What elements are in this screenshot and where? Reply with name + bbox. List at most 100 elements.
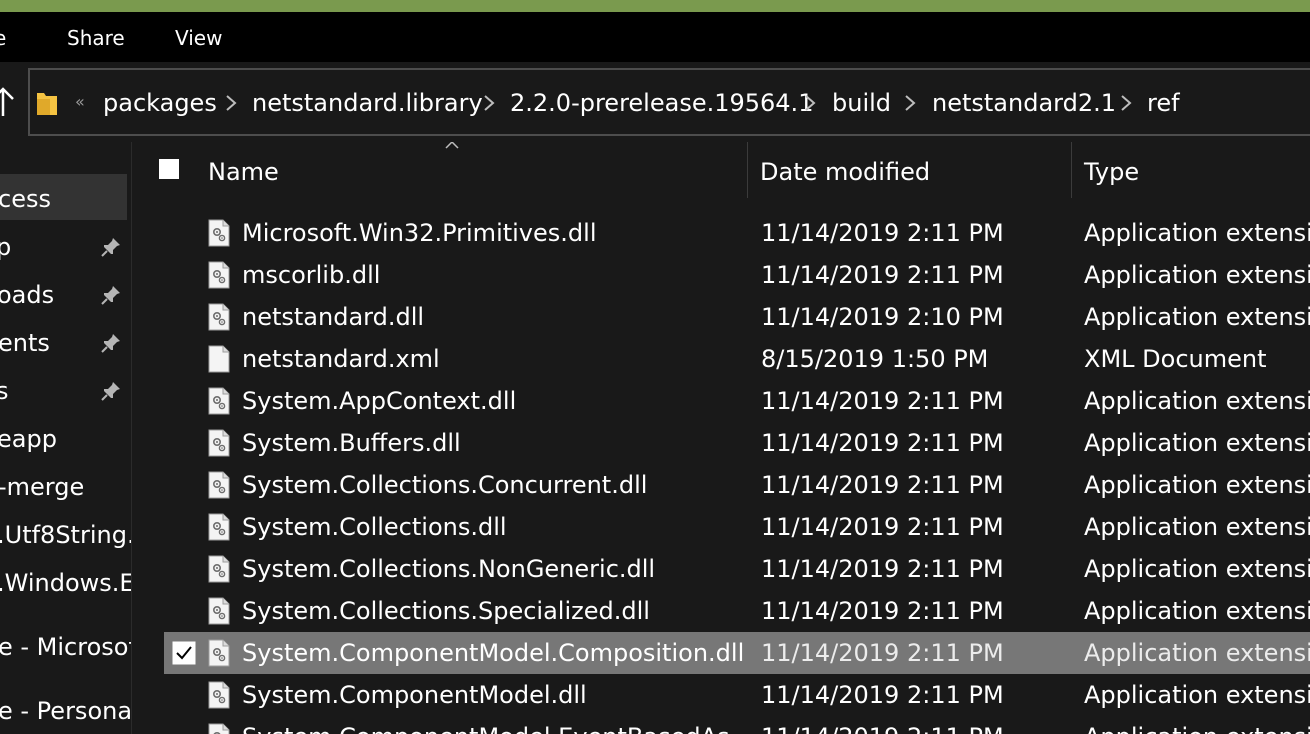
breadcrumb-netstandard2-1[interactable]: netstandard2.1: [932, 85, 1116, 121]
window-titlebar: [0, 0, 1310, 12]
row-checkbox-checked[interactable]: [172, 641, 196, 665]
file-type: Application extensi...: [1084, 261, 1310, 289]
chevron-right-icon[interactable]: [802, 94, 818, 112]
dll-file-icon: [208, 471, 230, 499]
file-list: Name Date modified Type Microsoft.Win32.…: [132, 142, 1310, 734]
file-name[interactable]: mscorlib.dll: [242, 257, 380, 293]
breadcrumb-version[interactable]: 2.2.0-prerelease.19564.1: [510, 85, 813, 121]
file-date-modified: 11/14/2019 2:11 PM: [761, 513, 1004, 541]
dll-file-icon: [208, 303, 230, 331]
file-date-modified: 11/14/2019 2:11 PM: [761, 261, 1004, 289]
file-name[interactable]: System.ComponentModel.dll: [242, 677, 587, 713]
column-header-date-modified[interactable]: Date modified: [760, 152, 930, 192]
file-row[interactable]: System.Collections.Specialized.dll 11/14/…: [164, 590, 1310, 632]
dll-file-icon: [208, 681, 230, 709]
column-resize-handle[interactable]: [1071, 142, 1072, 198]
chevron-right-icon[interactable]: [902, 94, 918, 112]
column-header-type[interactable]: Type: [1084, 152, 1139, 192]
dll-file-icon: [208, 219, 230, 247]
file-date-modified: 8/15/2019 1:50 PM: [761, 345, 989, 373]
pin-icon[interactable]: [100, 380, 122, 402]
dll-file-icon: [208, 387, 230, 415]
chevron-right-icon[interactable]: [481, 94, 497, 112]
file-name[interactable]: netstandard.dll: [242, 299, 424, 335]
file-type: Application extensi...: [1084, 387, 1310, 415]
file-type: Application extensi...: [1084, 219, 1310, 247]
pin-icon[interactable]: [100, 284, 122, 306]
nav-item-downloads[interactable]: oads: [0, 275, 54, 315]
file-date-modified: 11/14/2019 2:11 PM: [761, 471, 1004, 499]
file-name[interactable]: System.ComponentModel.Composition.dll: [242, 635, 744, 671]
address-row: « packages netstandard.library 2.2.0-pre…: [0, 62, 1310, 142]
file-type: Application extensi...: [1084, 597, 1310, 625]
address-bar[interactable]: « packages netstandard.library 2.2.0-pre…: [28, 68, 1310, 136]
file-type: Application extensi...: [1084, 513, 1310, 541]
nav-item-folder-merge[interactable]: -merge: [0, 467, 84, 507]
ribbon-tab-share[interactable]: Share: [67, 12, 125, 62]
chevron-right-icon[interactable]: [223, 94, 239, 112]
dll-file-icon: [208, 555, 230, 583]
file-date-modified: 11/14/2019 2:11 PM: [761, 429, 1004, 457]
file-name[interactable]: netstandard.xml: [242, 341, 440, 377]
file-row[interactable]: System.ComponentModel.dll 11/14/2019 2:11…: [164, 674, 1310, 716]
file-name[interactable]: System.Collections.dll: [242, 509, 507, 545]
column-header-row: Name Date modified Type: [132, 142, 1310, 200]
column-resize-handle[interactable]: [747, 142, 748, 198]
breadcrumb-packages[interactable]: packages: [103, 85, 217, 121]
file-row[interactable]: netstandard.dll 11/14/2019 2:10 PM Applica…: [164, 296, 1310, 338]
nav-item-pictures[interactable]: s: [0, 371, 9, 411]
file-name[interactable]: System.Buffers.dll: [242, 425, 461, 461]
nav-item-documents[interactable]: ents: [0, 323, 50, 363]
dll-file-icon: [208, 723, 230, 734]
nav-item-quick-access[interactable]: cess: [0, 179, 51, 219]
pin-icon[interactable]: [100, 236, 122, 258]
nav-item-onedrive-personal[interactable]: e - Personal: [0, 691, 131, 731]
navigation-pane: cess p oads ents s eapp -merge .Utf8Stri…: [0, 142, 131, 734]
chevron-right-icon[interactable]: [1118, 94, 1134, 112]
file-name[interactable]: System.AppContext.dll: [242, 383, 516, 419]
file-name[interactable]: System.Collections.NonGeneric.dll: [242, 551, 655, 587]
file-date-modified: 11/14/2019 2:11 PM: [761, 597, 1004, 625]
nav-item-onedrive-microsoft[interactable]: e - Microsof: [0, 627, 131, 667]
nav-item-desktop[interactable]: p: [0, 227, 11, 267]
file-row[interactable]: netstandard.xml 8/15/2019 1:50 PM XML Docu…: [164, 338, 1310, 380]
nav-item-folder-utf8string[interactable]: .Utf8String.: [0, 515, 131, 555]
breadcrumb-netstandard-library[interactable]: netstandard.library: [252, 85, 483, 121]
column-header-name[interactable]: Name: [208, 152, 279, 192]
file-row[interactable]: System.ComponentModel.Composition.dll 11/…: [164, 632, 1310, 674]
nav-item-folder-eapp[interactable]: eapp: [0, 419, 57, 459]
file-date-modified: 11/14/2019 2:11 PM: [761, 555, 1004, 583]
file-type: Application extensi...: [1084, 471, 1310, 499]
file-row[interactable]: System.AppContext.dll 11/14/2019 2:11 PM A…: [164, 380, 1310, 422]
file-type: XML Document: [1084, 345, 1267, 373]
ribbon-tab-file[interactable]: e: [0, 12, 6, 62]
file-row[interactable]: Microsoft.Win32.Primitives.dll 11/14/2019…: [164, 212, 1310, 254]
ribbon-tab-view[interactable]: View: [175, 12, 222, 62]
dll-file-icon: [208, 429, 230, 457]
file-row[interactable]: mscorlib.dll 11/14/2019 2:11 PM Applicatio…: [164, 254, 1310, 296]
file-date-modified: 11/14/2019 2:11 PM: [761, 681, 1004, 709]
file-row[interactable]: System.Buffers.dll 11/14/2019 2:11 PM Appl…: [164, 422, 1310, 464]
file-row[interactable]: System.Collections.dll 11/14/2019 2:11 PM…: [164, 506, 1310, 548]
file-type: Application extensi...: [1084, 639, 1310, 667]
file-row[interactable]: System.Collections.NonGeneric.dll 11/14/2…: [164, 548, 1310, 590]
breadcrumb-overflow-icon[interactable]: «: [75, 88, 85, 116]
select-all-checkbox[interactable]: [159, 159, 179, 179]
file-date-modified: 11/14/2019 2:11 PM: [761, 639, 1004, 667]
file-name[interactable]: System.Collections.Concurrent.dll: [242, 467, 647, 503]
dll-file-icon: [208, 597, 230, 625]
pin-icon[interactable]: [100, 332, 122, 354]
up-arrow-icon[interactable]: [0, 86, 16, 118]
file-name[interactable]: System.ComponentModel.EventBasedAs...: [242, 719, 752, 734]
breadcrumb-build[interactable]: build: [832, 85, 891, 121]
breadcrumb-ref[interactable]: ref: [1147, 85, 1180, 121]
file-name[interactable]: Microsoft.Win32.Primitives.dll: [242, 215, 596, 251]
file-row[interactable]: System.Collections.Concurrent.dll 11/14/2…: [164, 464, 1310, 506]
file-row[interactable]: System.ComponentModel.EventBasedAs... 11/…: [164, 716, 1310, 734]
file-name[interactable]: System.Collections.Specialized.dll: [242, 593, 650, 629]
dll-file-icon: [208, 261, 230, 289]
file-date-modified: 11/14/2019 2:11 PM: [761, 719, 1004, 734]
file-type: Application extensi...: [1084, 303, 1310, 331]
nav-item-folder-windows[interactable]: .Windows.E: [0, 563, 131, 603]
file-type: Application extensi...: [1084, 681, 1310, 709]
